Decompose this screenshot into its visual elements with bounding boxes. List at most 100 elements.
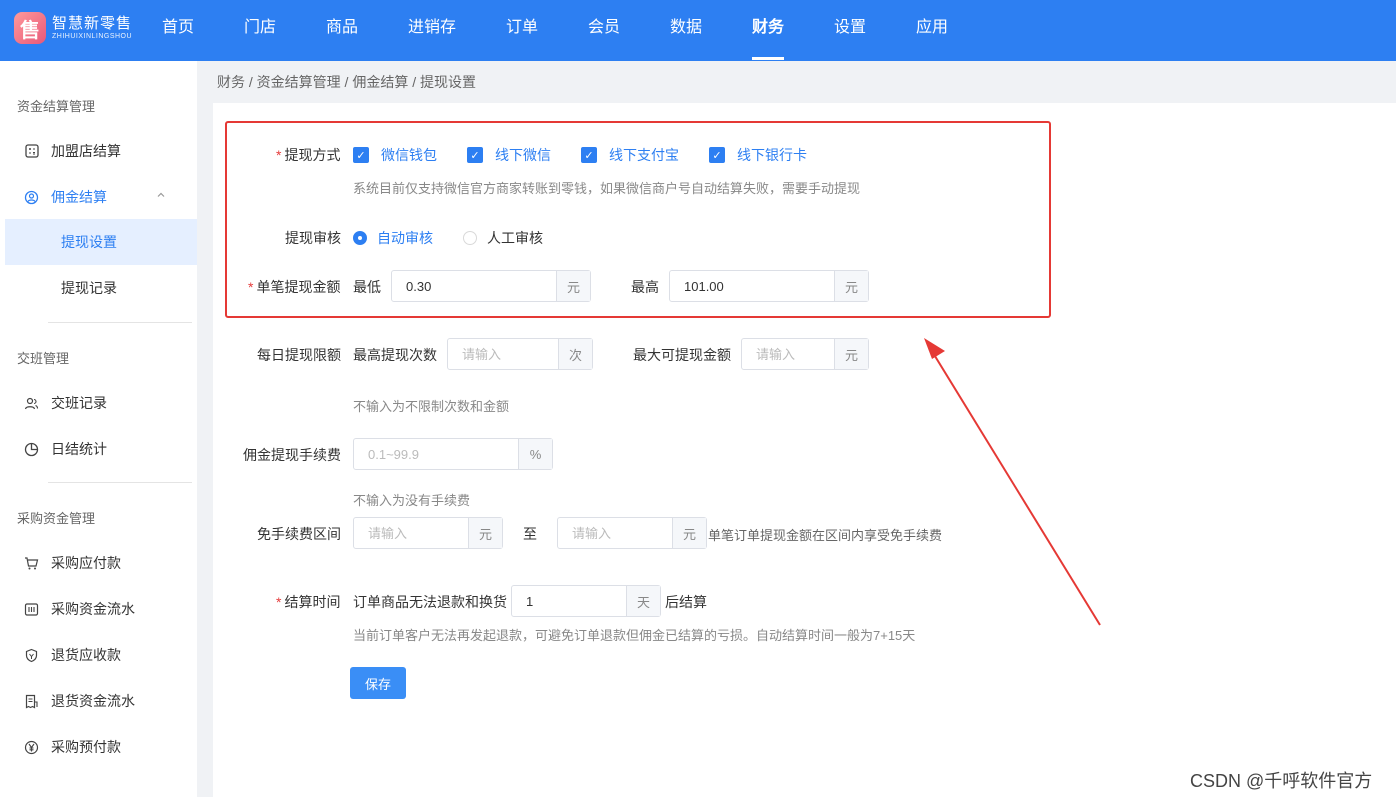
pie-chart-icon <box>24 442 39 457</box>
review-label: 提现审核 <box>285 230 341 246</box>
fee-unit: % <box>518 439 552 469</box>
sidebar-item-shift-records[interactable]: 交班记录 <box>0 381 197 425</box>
free-range-to-input[interactable] <box>558 518 672 548</box>
nav-inventory[interactable]: 进销存 <box>408 0 456 61</box>
fee-label: 佣金提现手续费 <box>243 447 341 463</box>
annotation-arrow <box>924 338 1101 626</box>
sidebar-item-label: 采购资金流水 <box>51 601 135 617</box>
sidebar-item-label: 退货应收款 <box>51 647 121 663</box>
settle-time-suffix: 后结算 <box>665 594 707 610</box>
save-button[interactable]: 保存 <box>350 667 406 699</box>
withdraw-method-hint: 系统目前仅支持微信官方商家转账到零钱，如果微信商户号自动结算失败，需要手动提现 <box>353 181 861 196</box>
nav-members[interactable]: 会员 <box>588 0 620 61</box>
free-range-from-input[interactable] <box>354 518 468 548</box>
max-count-field[interactable]: 次 <box>447 338 593 370</box>
nav-data[interactable]: 数据 <box>670 0 702 61</box>
sidebar-item-label: 交班记录 <box>51 395 107 411</box>
min-amount-field[interactable]: 元 <box>391 270 591 302</box>
sidebar-item-franchise-settlement[interactable]: 加盟店结算 <box>0 129 197 173</box>
divider <box>48 482 192 483</box>
nav-apps[interactable]: 应用 <box>916 0 948 61</box>
checkbox-wechat-wallet[interactable]: ✓ 微信钱包 <box>353 145 437 165</box>
cart-icon <box>24 556 39 571</box>
nav-stores[interactable]: 门店 <box>244 0 276 61</box>
sidebar-item-return-receivable[interactable]: 退货应收款 <box>0 633 197 677</box>
daily-max-amount-input[interactable] <box>742 339 834 369</box>
max-count-unit: 次 <box>558 339 592 369</box>
checkmark-icon: ✓ <box>353 147 369 163</box>
sidebar-subitem-withdraw-settings[interactable]: 提现设置 <box>5 219 197 265</box>
max-amount-label: 最大可提现金额 <box>633 347 731 363</box>
settle-time-label: * 结算时间 <box>276 594 341 610</box>
shield-icon <box>24 648 39 663</box>
calculator-icon <box>24 144 39 159</box>
fee-input[interactable] <box>354 439 518 469</box>
breadcrumb-path[interactable]: 财务 / 资金结算管理 / 佣金结算 / 提现设置 <box>217 74 476 90</box>
watermark: CSDN @千呼软件官方 <box>1190 771 1373 791</box>
nav-orders[interactable]: 订单 <box>506 0 538 61</box>
settle-days-field[interactable]: 天 <box>511 585 661 617</box>
checkmark-icon: ✓ <box>709 147 725 163</box>
free-range-to-label: 至 <box>523 526 537 542</box>
sidebar-item-purchase-prepayment[interactable]: 采购预付款 <box>0 725 197 769</box>
fee-hint: 不输入为没有手续费 <box>353 493 471 508</box>
checkbox-offline-wechat[interactable]: ✓ 线下微信 <box>467 145 551 165</box>
sidebar-item-daily-stats[interactable]: 日结统计 <box>0 427 197 471</box>
checkbox-offline-bank-card[interactable]: ✓ 线下银行卡 <box>709 145 807 165</box>
fee-field[interactable]: % <box>353 438 553 470</box>
daily-limit-hint: 不输入为不限制次数和金额 <box>353 399 510 414</box>
yen-icon <box>24 740 39 755</box>
max-count-input[interactable] <box>448 339 558 369</box>
sidebar-item-purchase-fund-flow[interactable]: 采购资金流水 <box>0 587 197 631</box>
free-range-label: 免手续费区间 <box>257 526 341 542</box>
nav-finance[interactable]: 财务 <box>752 0 785 61</box>
divider <box>48 322 192 323</box>
sidebar-item-commission-settlement[interactable]: 佣金结算 <box>0 175 197 219</box>
max-amount-input[interactable] <box>670 271 834 301</box>
breadcrumb: 财务 / 资金结算管理 / 佣金结算 / 提现设置 <box>217 72 476 92</box>
sidebar-group-purchase-fund: 采购资金管理 <box>17 511 96 526</box>
nav-home[interactable]: 首页 <box>162 0 194 61</box>
free-range-from-unit: 元 <box>468 518 502 548</box>
app-logo[interactable]: 售 智慧新零售 ZHIHUIXINLINGSHOU <box>14 12 132 44</box>
free-range-from-field[interactable]: 元 <box>353 517 503 549</box>
sidebar-item-purchase-payable[interactable]: 采购应付款 <box>0 541 197 585</box>
max-label: 最高 <box>631 279 659 295</box>
sidebar-item-label: 加盟店结算 <box>51 143 121 159</box>
sidebar-item-label: 日结统计 <box>51 441 107 457</box>
min-amount-input[interactable] <box>392 271 556 301</box>
single-amount-label: * 单笔提现金额 <box>248 279 341 295</box>
checkbox-offline-alipay[interactable]: ✓ 线下支付宝 <box>581 145 679 165</box>
max-amount-field[interactable]: 元 <box>669 270 869 302</box>
max-amount-unit: 元 <box>834 271 868 301</box>
chevron-up-icon[interactable] <box>156 189 166 203</box>
sidebar: 资金结算管理 加盟店结算 佣金结算 提现设置 提现记录 交班管理 交班记录 日结… <box>0 61 197 797</box>
settle-days-input[interactable] <box>512 586 626 616</box>
logo-subtitle: ZHIHUIXINLINGSHOU <box>52 32 133 40</box>
radio-auto-review[interactable]: 自动审核 <box>353 228 433 248</box>
daily-max-amount-unit: 元 <box>834 339 868 369</box>
settle-time-hint: 当前订单客户无法再发起退款，可避免订单退款但佣金已结算的亏损。自动结算时间一般为… <box>353 628 916 643</box>
logo-icon: 售 <box>14 12 46 44</box>
users-icon <box>24 396 39 411</box>
checkmark-icon: ✓ <box>581 147 597 163</box>
max-count-label: 最高提现次数 <box>353 347 437 363</box>
top-nav-bar: 售 智慧新零售 ZHIHUIXINLINGSHOU 首页 门店 商品 进销存 订… <box>0 0 1396 61</box>
sidebar-group-fund-settlement: 资金结算管理 <box>17 99 96 114</box>
free-range-to-field[interactable]: 元 <box>557 517 707 549</box>
sidebar-group-shift: 交班管理 <box>17 351 70 366</box>
nav-products[interactable]: 商品 <box>326 0 358 61</box>
radio-selected-icon <box>353 231 367 245</box>
sidebar-subitem-withdraw-records[interactable]: 提现记录 <box>5 265 197 311</box>
sidebar-item-return-fund-flow[interactable]: 退货资金流水 <box>0 679 197 723</box>
daily-max-amount-field[interactable]: 元 <box>741 338 869 370</box>
sidebar-item-label: 退货资金流水 <box>51 693 135 709</box>
logo-name: 智慧新零售 <box>52 14 133 32</box>
checkmark-icon: ✓ <box>467 147 483 163</box>
min-label: 最低 <box>353 279 381 295</box>
settle-time-prefix: 订单商品无法退款和换货 <box>353 594 507 610</box>
nav-settings[interactable]: 设置 <box>834 0 866 61</box>
radio-unselected-icon <box>463 231 477 245</box>
radio-manual-review[interactable]: 人工审核 <box>463 228 543 248</box>
min-amount-unit: 元 <box>556 271 590 301</box>
